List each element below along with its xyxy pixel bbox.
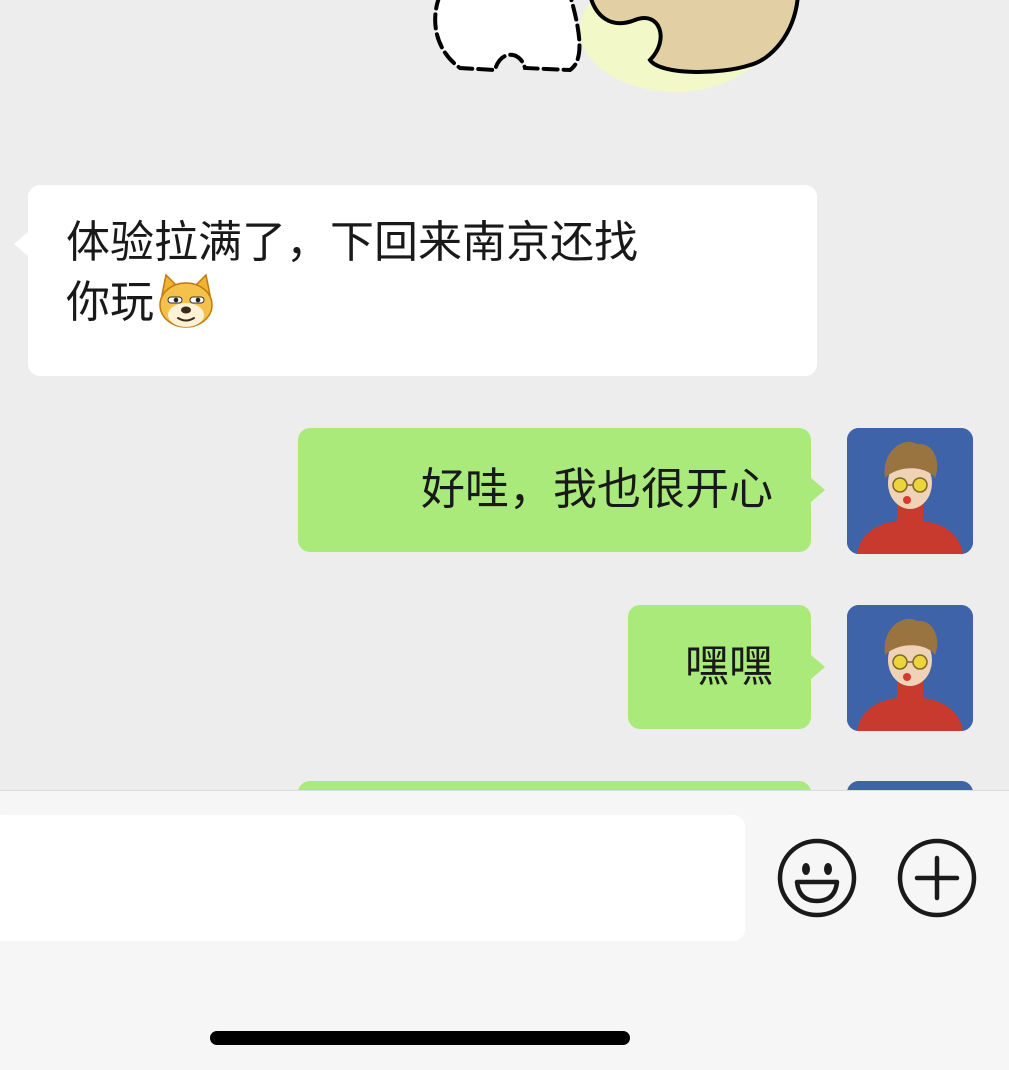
more-button[interactable] [897,838,977,918]
smiley-face-icon [777,838,857,918]
user-avatar[interactable] [847,428,973,554]
bubble-tail [14,232,28,256]
message-text: 好哇，我也很开心 [421,464,773,515]
avatar-portrait-icon [847,605,973,731]
sticker-image[interactable] [420,0,820,100]
message-text-line-2-text: 你玩 [66,277,154,328]
incoming-message-bubble[interactable]: 体验拉满了，下回来南京还找 你玩 [14,185,817,376]
message-text-line-2: 你玩 [66,273,779,333]
chat-area[interactable]: 体验拉满了，下回来南京还找 你玩 好哇，我也很开心 嘿嘿 [0,0,1009,790]
outgoing-message-bubble[interactable]: 好哇，我也很开心 [298,428,825,552]
bubble-tail [811,478,825,502]
avatar-portrait-icon [847,781,973,790]
emoji-button[interactable] [777,838,857,918]
message-input[interactable] [0,815,745,941]
outgoing-message-bubble[interactable]: 嘿嘿 [628,605,825,729]
message-text-line-1: 体验拉满了，下回来南京还找 [66,217,638,268]
doge-emoji-icon [159,273,213,328]
message-text: 嘿嘿 [685,641,773,692]
user-avatar[interactable] [847,781,973,790]
input-bar [0,790,1009,1070]
plus-circle-icon [897,838,977,918]
bubble-tail [811,655,825,679]
avatar-portrait-icon [847,428,973,554]
outgoing-message-bubble[interactable] [298,781,811,790]
home-indicator[interactable] [210,1031,630,1045]
user-avatar[interactable] [847,605,973,731]
